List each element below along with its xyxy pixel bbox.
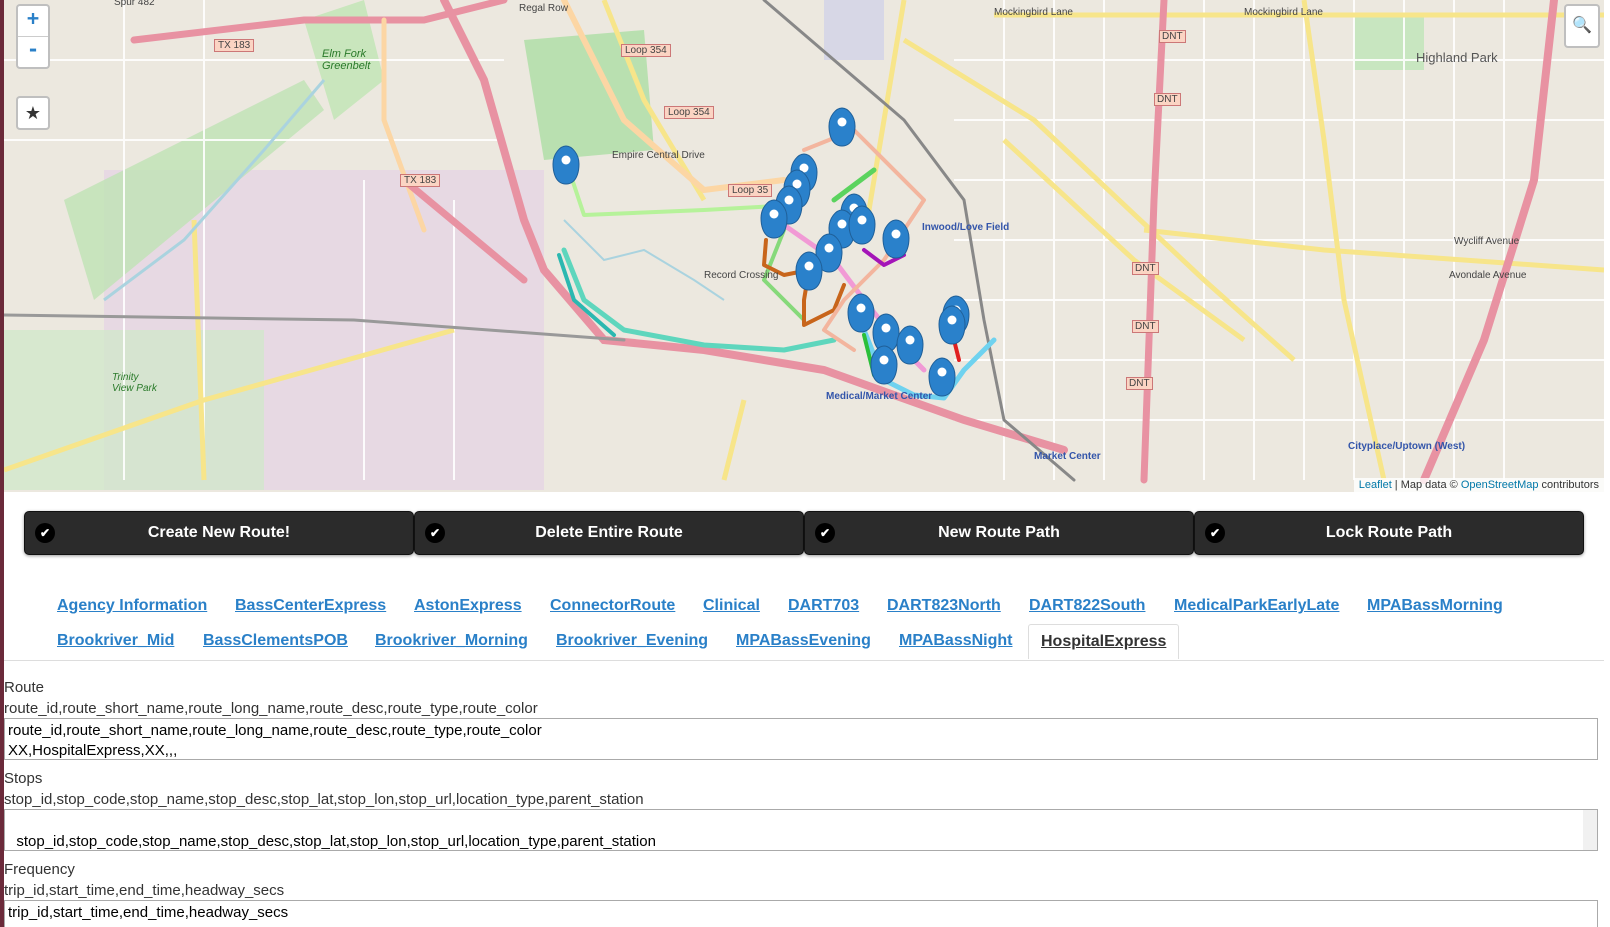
route-action-bar: ✔ Create New Route! ✔ Delete Entire Route …: [24, 511, 1584, 555]
search-icon[interactable]: 🔍: [1564, 4, 1600, 48]
map-label-dnt-2: DNT: [1154, 93, 1181, 106]
map-label-loop35: Loop 35: [728, 184, 773, 197]
tab-divider: [4, 660, 1604, 661]
tab-hospitalexpress[interactable]: HospitalExpress: [1028, 624, 1180, 659]
button-label: Delete Entire Route: [535, 524, 683, 541]
tab-medicalparkearlylate[interactable]: MedicalParkEarlyLate: [1174, 597, 1339, 615]
create-new-route-button[interactable]: ✔ Create New Route!: [24, 511, 414, 555]
tab-basscenterexpress[interactable]: BassCenterExpress: [235, 597, 386, 615]
map-label-elm-fork: Elm Fork Greenbelt: [322, 48, 371, 72]
map-label-medical-market: Medical/Market Center: [826, 391, 933, 402]
map-label-market-center: Market Center: [1034, 451, 1101, 462]
map-label-dnt-1: DNT: [1159, 30, 1186, 43]
stops-section-header: stop_id,stop_code,stop_name,stop_desc,st…: [4, 791, 644, 808]
button-label: Lock Route Path: [1325, 524, 1453, 541]
map-label-loop354-a: Loop 354: [621, 44, 671, 57]
tab-connectorroute[interactable]: ConnectorRoute: [550, 597, 675, 615]
map-label-avondale: Avondale Avenue: [1449, 270, 1527, 281]
map-label-loop354-b: Loop 354: [664, 106, 714, 119]
attribution-contributors: contributors: [1538, 479, 1599, 491]
route-map[interactable]: Spur 482 Regal Row Loop 354 Loop 354 Loo…: [4, 0, 1604, 492]
tab-mpabassmorning[interactable]: MPABassMorning: [1367, 597, 1503, 615]
button-label: Create New Route!: [147, 524, 291, 541]
stops-textarea[interactable]: stop_id,stop_code,stop_name,stop_desc,st…: [4, 809, 1598, 851]
check-icon: ✔: [1205, 523, 1225, 543]
map-label-mockingbird-2: Mockingbird Lane: [1244, 7, 1323, 18]
tab-dart703[interactable]: DART703: [788, 597, 859, 615]
tab-astonexpress[interactable]: AstonExpress: [414, 597, 522, 615]
route-textarea[interactable]: route_id,route_short_name,route_long_nam…: [4, 718, 1598, 760]
leaflet-link[interactable]: Leaflet: [1359, 479, 1392, 491]
map-label-trinity: Trinity View Park: [112, 372, 157, 394]
map-label-cityplace: Cityplace/Uptown (West): [1348, 441, 1466, 452]
route-section-title: Route: [4, 679, 45, 696]
map-label-love-field: Inwood/Love Field: [922, 222, 1010, 233]
button-label: New Route Path: [938, 524, 1060, 541]
map-label-spur: Spur 482: [114, 0, 155, 8]
lock-route-path-button[interactable]: ✔ Lock Route Path: [1194, 511, 1584, 555]
map-label-tx183-a: TX 183: [214, 39, 255, 52]
map-label-empire: Empire Central Drive: [612, 150, 705, 161]
route-section-header: route_id,route_short_name,route_long_nam…: [4, 700, 538, 717]
tab-bassclementspob[interactable]: BassClementsPOB: [203, 632, 348, 650]
frequency-textarea[interactable]: trip_id,start_time,end_time,headway_secs: [4, 900, 1598, 927]
route-tabs: Agency Information BassCenterExpress Ast…: [4, 590, 1604, 660]
tab-clinical[interactable]: Clinical: [703, 597, 760, 615]
tab-mpabassnight[interactable]: MPABassNight: [899, 632, 1013, 650]
map-label-dnt-3: DNT: [1132, 262, 1159, 275]
osm-link[interactable]: OpenStreetMap: [1461, 479, 1539, 491]
tab-dart822south[interactable]: DART822South: [1029, 597, 1145, 615]
tab-brookriver-mid[interactable]: Brookriver_Mid: [57, 632, 174, 650]
map-attribution: Leaflet | Map data © OpenStreetMap contr…: [1353, 478, 1604, 492]
attribution-separator: | Map data ©: [1391, 479, 1461, 491]
map-label-highland-park: Highland Park: [1416, 50, 1498, 65]
check-icon: ✔: [425, 523, 445, 543]
map-label-tx183-b: TX 183: [400, 174, 441, 187]
tab-brookriver-evening[interactable]: Brookriver_Evening: [556, 632, 708, 650]
frequency-section-header: trip_id,start_time,end_time,headway_secs: [4, 882, 285, 899]
frequency-section-title: Frequency: [4, 861, 75, 878]
tab-brookriver-morning[interactable]: Brookriver_Morning: [375, 632, 528, 650]
tab-mpabassevening[interactable]: MPABassEvening: [736, 632, 871, 650]
map-label-regal-row: Regal Row: [519, 3, 568, 14]
stops-scrollbar[interactable]: [1583, 810, 1597, 850]
zoom-out-button[interactable]: -: [18, 36, 48, 67]
map-label-wycliff: Wycliff Avenue: [1454, 236, 1520, 247]
stop-markers[interactable]: [4, 0, 1604, 492]
map-label-mockingbird: Mockingbird Lane: [994, 7, 1073, 18]
check-icon: ✔: [815, 523, 835, 543]
star-icon[interactable]: ★: [16, 96, 50, 130]
tab-dart823north[interactable]: DART823North: [887, 597, 1001, 615]
stops-textarea-content: stop_id,stop_code,stop_name,stop_desc,st…: [16, 833, 656, 850]
check-icon: ✔: [35, 523, 55, 543]
map-label-dnt-5: DNT: [1126, 377, 1153, 390]
map-label-dnt-4: DNT: [1132, 320, 1159, 333]
zoom-control: + -: [16, 4, 50, 69]
new-route-path-button[interactable]: ✔ New Route Path: [804, 511, 1194, 555]
delete-entire-route-button[interactable]: ✔ Delete Entire Route: [414, 511, 804, 555]
stops-section-title: Stops: [4, 770, 43, 787]
map-label-record: Record Crossing: [704, 270, 779, 281]
zoom-in-button[interactable]: +: [18, 6, 48, 36]
tab-agency-information[interactable]: Agency Information: [57, 597, 207, 615]
